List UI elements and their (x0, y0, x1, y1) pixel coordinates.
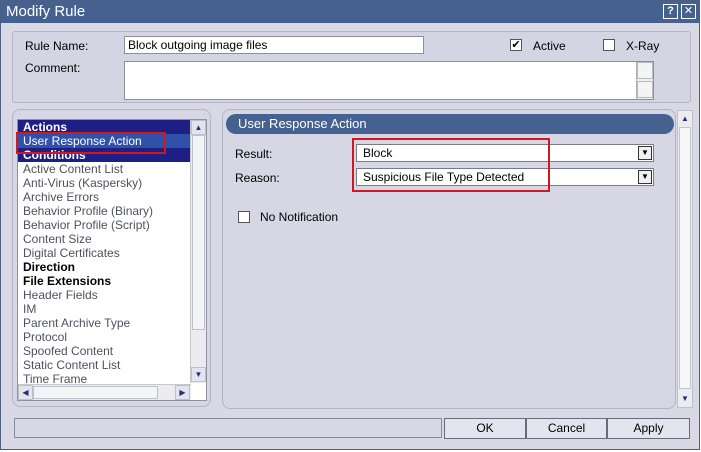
list-item[interactable]: Content Size (18, 232, 191, 246)
list-item[interactable]: Header Fields (18, 288, 191, 302)
list-item[interactable]: File Extensions (18, 274, 191, 288)
list-item[interactable]: Anti-Virus (Kaspersky) (18, 176, 191, 190)
status-field (14, 418, 442, 438)
comment-scroll-up[interactable] (637, 62, 653, 79)
list-item[interactable]: Behavior Profile (Binary) (18, 204, 191, 218)
scroll-down-icon[interactable]: ▼ (678, 392, 692, 406)
ok-button[interactable]: OK (444, 418, 526, 439)
chevron-down-icon[interactable]: ▼ (638, 146, 652, 160)
xray-checkbox[interactable] (603, 39, 615, 51)
no-notification-checkbox[interactable] (238, 211, 250, 223)
comment-scroll-down[interactable] (637, 81, 653, 98)
xray-label: X-Ray (626, 39, 660, 53)
result-label: Result: (235, 147, 273, 161)
modify-rule-dialog: Modify Rule ? ✕ Rule Name: Block outgoin… (0, 0, 700, 450)
chevron-down-icon[interactable]: ▼ (638, 170, 652, 184)
help-icon[interactable]: ? (663, 4, 678, 19)
scroll-left-icon[interactable]: ◀ (18, 385, 33, 400)
result-reason-highlight (352, 138, 550, 192)
active-checkbox[interactable]: ✔ (510, 39, 522, 51)
rule-name-input[interactable]: Block outgoing image files (124, 36, 424, 54)
comment-label: Comment: (25, 61, 81, 75)
rule-elements-items: Actions User Response Action Conditions Act… (18, 120, 191, 383)
list-hscroll-thumb[interactable] (33, 386, 158, 399)
comment-scrollbar[interactable] (636, 62, 653, 99)
scroll-up-icon[interactable]: ▲ (678, 112, 692, 126)
list-scroll-thumb[interactable] (192, 135, 205, 330)
detail-scroll-track[interactable] (679, 127, 691, 389)
section-title: User Response Action (226, 114, 674, 134)
scroll-right-icon[interactable]: ▶ (175, 385, 190, 400)
list-item[interactable]: Archive Errors (18, 190, 191, 204)
check-icon: ✔ (511, 39, 521, 51)
title-bar: Modify Rule ? ✕ (1, 1, 699, 23)
close-icon[interactable]: ✕ (681, 4, 696, 19)
list-vertical-scrollbar[interactable]: ▲ ▼ (190, 120, 206, 383)
list-item[interactable]: Behavior Profile (Script) (18, 218, 191, 232)
list-item[interactable]: Static Content List (18, 358, 191, 372)
detail-vertical-scrollbar[interactable]: ▲ ▼ (677, 110, 693, 408)
reason-label: Reason: (235, 171, 280, 185)
list-item[interactable]: Direction (18, 260, 191, 274)
list-item[interactable]: Parent Archive Type (18, 316, 191, 330)
active-label: Active (533, 39, 566, 53)
rule-elements-list: Actions User Response Action Conditions Act… (17, 119, 207, 401)
window-title: Modify Rule (6, 3, 86, 20)
comment-textarea[interactable] (124, 61, 654, 100)
apply-button[interactable]: Apply (607, 418, 690, 439)
scroll-up-icon[interactable]: ▲ (191, 120, 206, 135)
scroll-down-icon[interactable]: ▼ (191, 367, 206, 382)
list-horizontal-scrollbar[interactable]: ◀ ▶ (18, 384, 191, 400)
no-notification-label: No Notification (260, 210, 339, 224)
cancel-button[interactable]: Cancel (526, 418, 607, 439)
selected-item-highlight (16, 132, 166, 154)
rule-header-section: Rule Name: Block outgoing image files ✔ … (12, 31, 691, 103)
list-item[interactable]: Active Content List (18, 162, 191, 176)
list-item[interactable]: Digital Certificates (18, 246, 191, 260)
rule-name-label: Rule Name: (25, 39, 89, 53)
list-item[interactable]: IM (18, 302, 191, 316)
list-item[interactable]: Time Frame (18, 372, 191, 383)
list-item[interactable]: Protocol (18, 330, 191, 344)
list-item[interactable]: Spoofed Content (18, 344, 191, 358)
